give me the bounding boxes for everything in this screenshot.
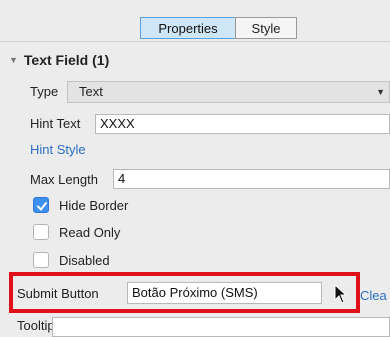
hide-border-label: Hide Border [59, 198, 129, 213]
inspector-tab-bar: Properties Style [0, 0, 390, 41]
type-select-value: Text [79, 84, 103, 99]
max-length-label: Max Length [30, 172, 98, 187]
type-select[interactable]: Text ▼ [67, 81, 390, 103]
section-title: Text Field (1) [23, 52, 110, 68]
section-header[interactable]: ▼ Text Field (1) [9, 52, 109, 68]
read-only-checkbox[interactable] [33, 224, 49, 240]
tooltip-input[interactable] [52, 317, 390, 337]
max-length-input[interactable]: 4 [113, 169, 390, 189]
type-label: Type [30, 84, 59, 99]
disabled-label: Disabled [59, 253, 110, 268]
divider [0, 41, 390, 42]
disabled-checkbox[interactable] [33, 252, 49, 268]
tab-style[interactable]: Style [235, 17, 297, 39]
tab-properties[interactable]: Properties [140, 17, 236, 39]
hint-text-input[interactable]: XXXX [95, 114, 390, 134]
hint-text-label: Hint Text [30, 116, 81, 131]
hide-border-checkbox[interactable] [33, 197, 49, 213]
checkmark-icon [37, 202, 47, 211]
chevron-down-icon: ▼ [376, 87, 385, 97]
disclosure-triangle-icon[interactable]: ▼ [9, 55, 18, 65]
mouse-cursor-icon [334, 284, 348, 304]
read-only-label: Read Only [59, 225, 121, 240]
highlight-box [9, 272, 360, 313]
hint-style-link[interactable]: Hint Style [30, 142, 86, 157]
clear-link[interactable]: Clea [360, 288, 387, 303]
